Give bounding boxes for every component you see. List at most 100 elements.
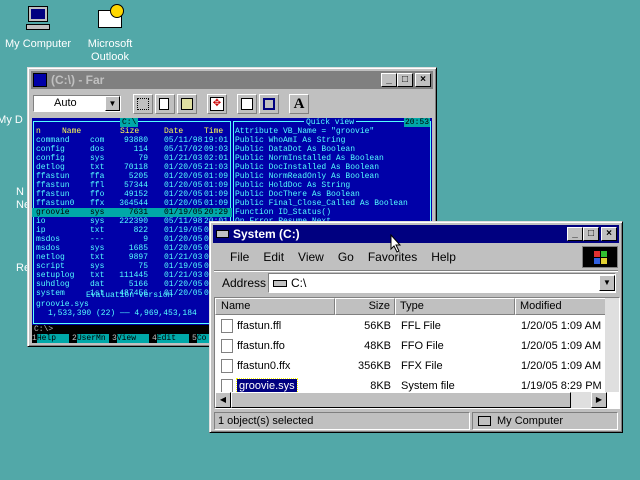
file-list-view[interactable]: Name Size Type Modified ffastun.ffl 56KB F… (214, 297, 620, 409)
far-left-panel[interactable]: C:\ n Name Size Date Time command com 9388… (32, 118, 232, 325)
address-bar: Address C:\ ▼ (214, 270, 618, 294)
far-clock: 20:53 (403, 118, 430, 127)
scroll-thumb[interactable] (231, 392, 571, 408)
paste-button[interactable] (177, 94, 197, 114)
table-row[interactable]: ffastun ffl 57344 01/20/05 01:09 (32, 181, 232, 190)
column-header-size[interactable]: Size (335, 298, 395, 315)
column-header-modified[interactable]: Modified (515, 298, 607, 315)
font-size-combo[interactable]: Auto ▼ (33, 95, 121, 112)
close-button[interactable]: × (415, 73, 431, 87)
file-icon (221, 339, 233, 353)
table-row[interactable]: suhdlogdat516601/20/0501:09 (32, 280, 232, 289)
fullscreen-icon: ✥ (210, 97, 224, 111)
quick-view-line: Public DocThere As Boolean (235, 190, 360, 199)
table-row[interactable]: scriptsys7501/19/0504:26 (32, 262, 232, 271)
keybar-item[interactable]: 1Help (32, 334, 72, 343)
file-icon (221, 359, 233, 373)
quick-view-line: Public DocInstalled As Boolean (235, 163, 380, 172)
drive-icon (216, 230, 229, 238)
address-value: C:\ (291, 276, 307, 290)
list-item[interactable]: ffastun.ffl 56KB FFL File 1/20/05 1:09 AM (215, 316, 607, 336)
horizontal-scrollbar[interactable]: ◀ ▶ (215, 392, 607, 408)
background-button[interactable] (259, 94, 279, 114)
menu-view[interactable]: View (298, 250, 324, 264)
font-button[interactable]: A (289, 94, 309, 114)
quick-view-line: Public HoldDoc As String (235, 181, 351, 190)
table-row[interactable]: ffastun ffo 49152 01/20/05 01:09 (32, 190, 232, 199)
table-row[interactable]: config dos 114 05/17/02 09:03 (32, 145, 232, 154)
properties-button[interactable] (237, 94, 257, 114)
quick-view-line: Public DataDot As Boolean (235, 145, 356, 154)
minimize-button[interactable]: _ (381, 73, 397, 87)
close-button[interactable]: × (601, 227, 617, 241)
paste-icon (181, 98, 193, 110)
panel-disk-stats: 1,533,390 (22) —— 4,969,453,184 (48, 309, 197, 318)
scroll-right-button[interactable]: ▶ (591, 392, 607, 408)
maximize-button[interactable]: □ (583, 227, 599, 241)
table-row[interactable]: iptxt82201/19/0504:26 (32, 226, 232, 235)
column-header-name[interactable]: Name (215, 298, 335, 315)
quick-view-line: Public Final_Close_Called As Boolean (235, 199, 408, 208)
font-size-value: Auto (54, 97, 77, 109)
list-body[interactable]: ffastun.ffl 56KB FFL File 1/20/05 1:09 AM ff… (215, 316, 607, 392)
desktop-icon-my-computer[interactable]: My Computer (0, 4, 78, 51)
far-title-bar[interactable]: (C:\) - Far _ □ × (31, 71, 433, 89)
menu-help[interactable]: Help (431, 250, 456, 264)
maximize-button[interactable]: □ (397, 73, 413, 87)
table-row[interactable]: netlogtxt989701/21/0302:01 (32, 253, 232, 262)
status-selection: 1 object(s) selected (214, 412, 470, 430)
table-row[interactable]: detlog txt 70118 01/20/05 21:03 (32, 163, 232, 172)
desktop-icon-label: Microsoft Outlook (87, 38, 133, 63)
far-command-line[interactable]: C:\> (34, 325, 53, 334)
list-header: Name Size Type Modified (215, 298, 607, 315)
quick-view-line: Function ID_Status() (235, 208, 332, 217)
far-toolbar: Auto ▼ ✥ A (31, 92, 433, 116)
copy-button[interactable] (155, 94, 175, 114)
keybar-item[interactable]: 2UserMn (72, 334, 112, 343)
list-item[interactable]: groovie.sys 8KB System file 1/19/05 8:29 PM (215, 376, 607, 392)
network-icon (0, 170, 26, 184)
minimize-button[interactable]: _ (567, 227, 583, 241)
menu-go[interactable]: Go (338, 250, 354, 264)
explorer-title-bar[interactable]: System (C:) _ □ × (213, 225, 619, 243)
background-icon (263, 98, 275, 110)
mark-button[interactable] (133, 94, 153, 114)
keybar-item[interactable]: 4Edit (152, 334, 192, 343)
mouse-cursor-icon (390, 234, 402, 253)
table-row[interactable]: ffastun ffa 5205 01/20/05 01:09 (32, 172, 232, 181)
table-row[interactable]: iosys22239005/11/9820:01 (32, 217, 232, 226)
chevron-down-icon[interactable]: ▼ (105, 96, 120, 111)
desktop-icon-outlook[interactable]: Microsoft Outlook (70, 4, 150, 64)
file-icon (221, 319, 233, 333)
table-row[interactable]: ffastun0 ffx 364544 01/20/05 01:09 (32, 199, 232, 208)
table-row[interactable]: config sys 79 01/21/03 02:01 (32, 154, 232, 163)
table-row[interactable]: command com 93880 05/11/98 19:01 (32, 136, 232, 145)
keybar-item[interactable]: 3View (112, 334, 152, 343)
list-item[interactable]: ffastun.ffo 48KB FFO File 1/20/05 1:09 AM (215, 336, 607, 356)
menu-file[interactable]: File (230, 250, 249, 264)
recycle-bin-icon (0, 240, 26, 260)
address-input[interactable]: C:\ ▼ (268, 273, 616, 293)
panel-drive-label: C:\ (120, 118, 139, 127)
status-location: My Computer (472, 412, 618, 430)
folder-icon (0, 88, 26, 112)
explorer-window[interactable]: System (C:) _ □ × File Edit View Go Favorite… (209, 221, 623, 433)
quick-view-title: Quick view (304, 118, 357, 127)
quick-view-line: Public NormInstalled As Boolean (235, 154, 384, 163)
list-item[interactable]: ffastun0.ffx 356KB FFX File 1/20/05 1:09 AM (215, 356, 607, 376)
table-row[interactable]: msdossys168501/20/0501:09 (32, 244, 232, 253)
menu-edit[interactable]: Edit (263, 250, 284, 264)
table-row[interactable]: msdos---901/20/0501:09 (32, 235, 232, 244)
table-row[interactable]: groovie sys 7631 01/19/05 20:29 (32, 208, 232, 217)
drive-icon (273, 280, 287, 287)
fullscreen-button[interactable]: ✥ (207, 94, 227, 114)
vertical-scrollbar[interactable] (605, 298, 619, 392)
panel-current-file: groovie.sys (36, 300, 89, 309)
explorer-title: System (C:) (233, 227, 300, 241)
column-header-type[interactable]: Type (395, 298, 515, 315)
chevron-down-icon[interactable]: ▼ (599, 275, 615, 291)
scroll-left-button[interactable]: ◀ (215, 392, 231, 408)
table-row[interactable]: setuplogtxt11144501/21/0302:01 (32, 271, 232, 280)
panel-evaluation-label: Evaluation version (86, 291, 173, 300)
computer-icon (22, 4, 54, 36)
